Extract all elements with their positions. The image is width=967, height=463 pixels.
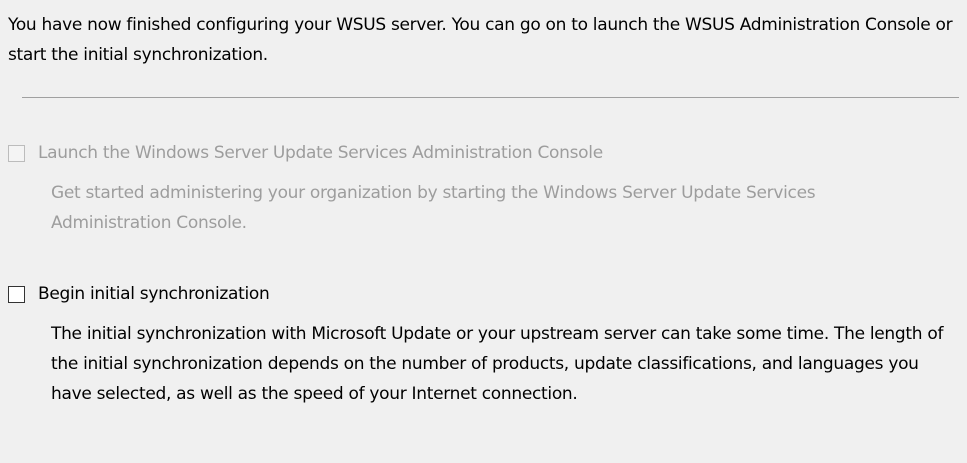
divider xyxy=(22,97,959,98)
initial-sync-option: Begin initial synchronization xyxy=(8,284,270,304)
initial-sync-checkbox[interactable] xyxy=(8,285,25,303)
launch-console-option: Launch the Windows Server Update Service… xyxy=(8,143,603,163)
intro-text: You have now finished configuring your W… xyxy=(8,15,953,65)
launch-console-description: Get started administering your organizat… xyxy=(51,183,816,233)
initial-sync-label: Begin initial synchronization xyxy=(38,284,270,304)
launch-console-checkbox[interactable] xyxy=(8,144,25,162)
launch-console-label: Launch the Windows Server Update Service… xyxy=(38,143,603,163)
initial-sync-description: The initial synchronization with Microso… xyxy=(51,324,944,404)
